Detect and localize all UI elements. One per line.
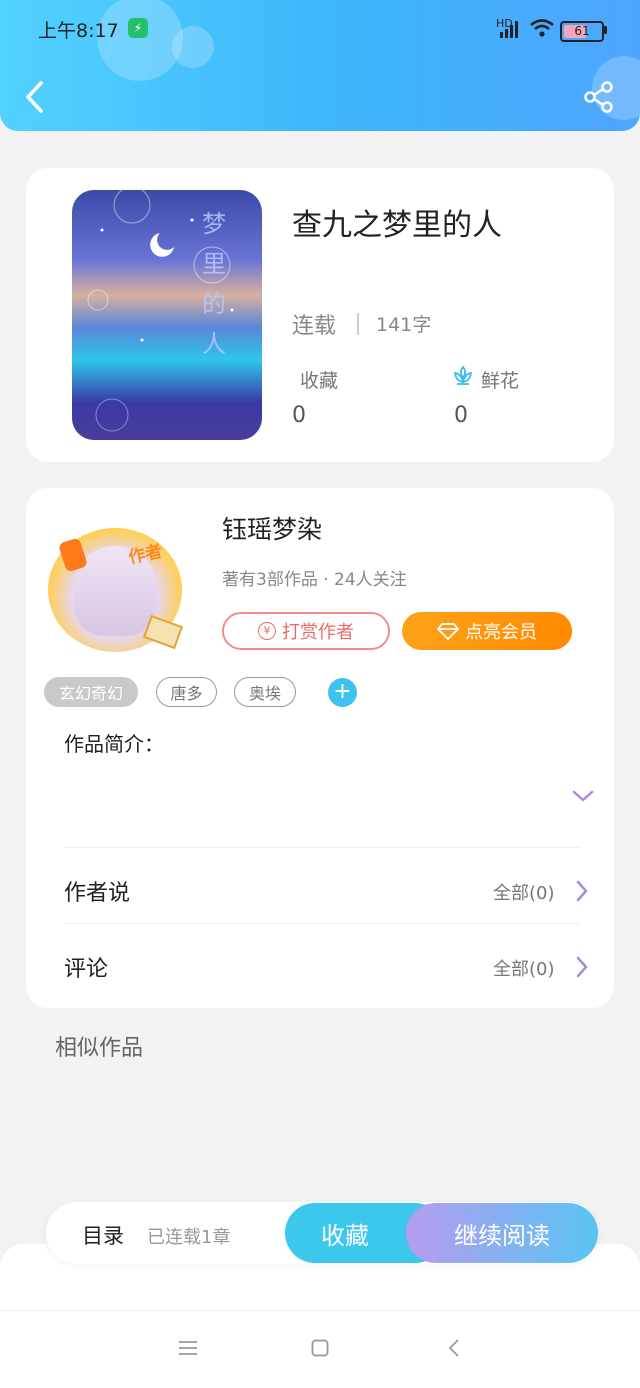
nav-back-icon[interactable]: [447, 1338, 461, 1358]
chevron-right-icon: [576, 956, 588, 978]
battery-level: 61: [574, 24, 590, 38]
chevron-right-icon: [576, 880, 588, 902]
divider: [64, 847, 580, 848]
author-name[interactable]: 钰瑶梦染: [222, 510, 322, 546]
comments-count: 全部(0): [493, 959, 555, 980]
cover-art: [87, 190, 234, 432]
favorites-label: 收藏: [300, 370, 339, 392]
cover-title-text: 梦里的人: [202, 210, 226, 358]
add-tag-button[interactable]: +: [328, 678, 357, 707]
word-count: 141字: [376, 314, 432, 336]
book-status: 连载: [292, 314, 337, 339]
author-says-count: 全部(0): [493, 883, 555, 904]
decor-bubble: [172, 26, 214, 68]
diamond-icon: [437, 623, 459, 640]
tag-fantasy[interactable]: 玄幻奇幻: [44, 677, 138, 707]
back-icon[interactable]: [22, 80, 48, 114]
continue-reading-button[interactable]: 继续阅读: [406, 1203, 598, 1263]
share-icon[interactable]: [582, 80, 616, 114]
status-time: 上午8:17: [38, 20, 119, 42]
book-title: 查九之梦里的人: [292, 208, 502, 243]
book-cover[interactable]: 梦里的人: [72, 190, 262, 440]
continue-reading-label: 继续阅读: [454, 1221, 550, 1250]
flowers-label: 鲜花: [481, 370, 520, 392]
wifi-icon: [530, 19, 554, 37]
catalog-button[interactable]: 目录: [82, 1220, 124, 1250]
menu-icon[interactable]: [178, 1340, 198, 1356]
similar-works-heading: 相似作品: [55, 1036, 144, 1061]
vip-button[interactable]: 点亮会员: [402, 612, 572, 650]
security-shield-icon: ⚡: [128, 18, 148, 38]
tag-tangduo[interactable]: 唐多: [156, 677, 217, 707]
flowers-value: 0: [454, 403, 468, 428]
divider: [357, 313, 359, 335]
author-says-label: 作者说: [64, 881, 131, 906]
author-meta: 著有3部作品 · 24人关注: [222, 570, 407, 590]
tag-aoai[interactable]: 奥埃: [234, 677, 296, 707]
signal-icon: [500, 21, 518, 38]
battery-cap: [604, 26, 607, 34]
favorites-value: 0: [292, 403, 306, 428]
vip-button-label: 点亮会员: [465, 622, 537, 643]
divider: [64, 923, 580, 924]
home-icon[interactable]: [311, 1339, 329, 1357]
collect-button-label: 收藏: [321, 1221, 369, 1250]
battery-icon: 61: [560, 21, 604, 42]
tip-author-button[interactable]: ¥ 打赏作者: [222, 612, 390, 650]
flower-icon: [453, 365, 473, 385]
chevron-down-icon[interactable]: [571, 788, 595, 804]
intro-label: 作品简介：: [64, 732, 164, 756]
author-avatar[interactable]: [48, 528, 184, 652]
chapter-progress: 已连载1章: [147, 1227, 231, 1248]
coin-icon: ¥: [258, 622, 276, 640]
tip-author-label: 打赏作者: [282, 622, 354, 643]
comments-label: 评论: [64, 957, 109, 982]
